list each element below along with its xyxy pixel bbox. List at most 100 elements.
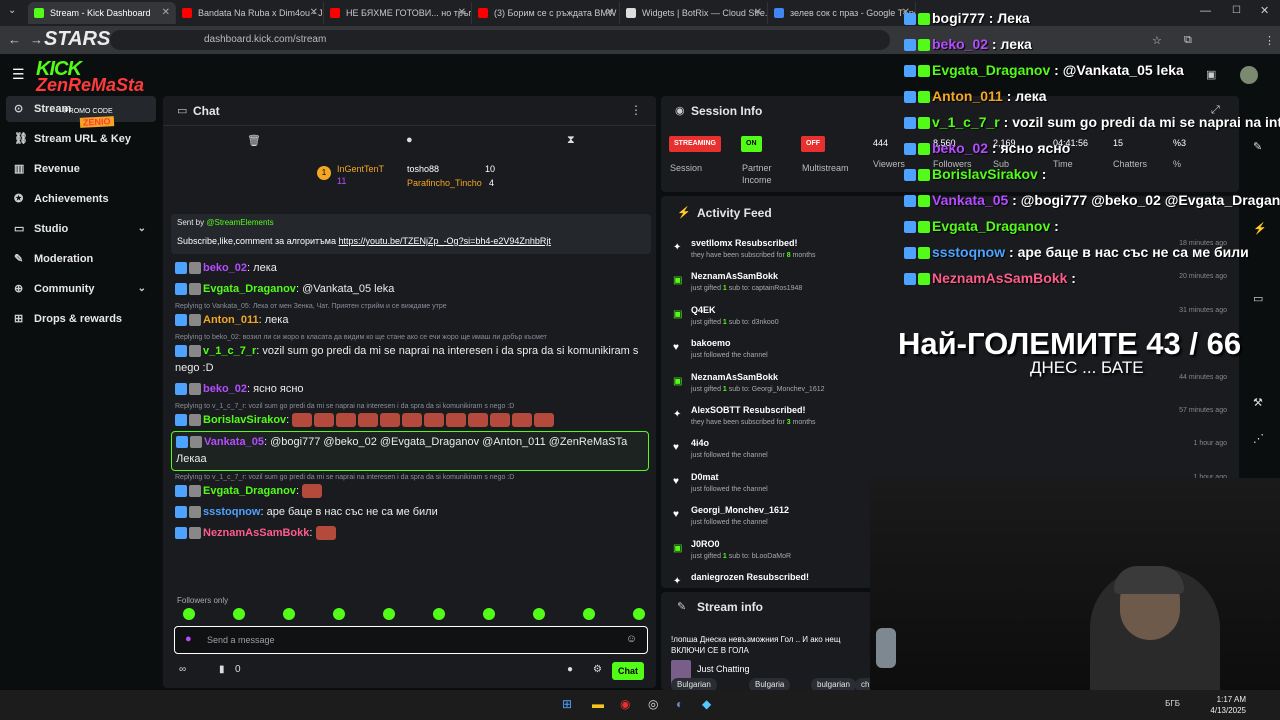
pinned-message[interactable]: Sent by @StreamElements Subscribe,like,c… (171, 214, 651, 254)
send-chat-button[interactable]: Chat (612, 662, 644, 680)
chat-message[interactable]: Replying to Vankata_05: Лека от мен Зенк… (171, 300, 649, 331)
quick-emote-icon[interactable] (183, 608, 195, 620)
activity-name[interactable]: NeznamAsSamBokk (691, 271, 778, 281)
tool-icon[interactable]: ⚒ (1253, 396, 1263, 409)
share-icon[interactable]: ⋰ (1253, 432, 1264, 445)
tab-close-icon[interactable]: ✕ (606, 2, 614, 24)
kick-logo[interactable]: KICK ZenReMaSta (36, 58, 148, 110)
tab-close-icon[interactable]: ✕ (162, 2, 170, 24)
chat-settings-icon[interactable]: ⚙ (593, 664, 602, 675)
settings-icon[interactable]: ∞ (179, 664, 186, 675)
quick-emote-icon[interactable] (233, 608, 245, 620)
emoji-icon[interactable]: ☺ (626, 633, 637, 645)
quick-emote-icon[interactable] (283, 608, 295, 620)
sidebar-item-studio[interactable]: ▭ Studio ⌄ (6, 216, 156, 242)
overlay-text: vozil sum go predi da mi se naprai na in… (1012, 114, 1280, 130)
activity-name[interactable]: NeznamAsSamBokk (691, 372, 778, 382)
chat-username[interactable]: Evgata_Draganov (203, 485, 296, 497)
tab-close-icon[interactable]: ✕ (754, 2, 762, 24)
chat-username[interactable]: Evgata_Draganov (203, 283, 296, 295)
sidebar-item-community[interactable]: ⊕ Community ⌄ (6, 276, 156, 302)
chat-message[interactable]: Evgata_Draganov: @Vankata_05 leka (171, 279, 649, 300)
chat-username[interactable]: beko_02 (203, 383, 247, 395)
quick-emote-icon[interactable] (483, 608, 495, 620)
sidebar-item-moderation[interactable]: ✎ Moderation (6, 246, 156, 272)
sidebar-item-stream-url-key[interactable]: ⛓ Stream URL & Key (6, 126, 156, 152)
activity-detail: just gifted 1 sub to: d3nkoo0 (691, 319, 779, 326)
system-clock[interactable]: 1:17 AM 4/13/2025 (1210, 694, 1246, 716)
emote-image (512, 413, 533, 428)
file-explorer-icon[interactable]: ▬ (592, 697, 604, 711)
quick-emote-icon[interactable] (433, 608, 445, 620)
message-icon[interactable]: ● (406, 134, 413, 146)
chat-message[interactable]: beko_02: лека (171, 258, 649, 279)
browser-tab[interactable]: зелев сок с праз - Google Търс...✕ (768, 2, 916, 24)
app-icon[interactable]: ◆ (702, 697, 711, 711)
browser-tab[interactable]: Widgets | BotRix — Cloud Stre... ✕ (620, 2, 768, 24)
chat-message[interactable]: beko_02: ясно ясно (171, 379, 649, 400)
pinned-link[interactable]: https://youtu.be/TZENjZp_-Og?si=bh4-e2V9… (339, 236, 551, 246)
chat-message[interactable]: Replying to v_1_c_7_r: vozil sum go pred… (171, 400, 649, 431)
browser-tab[interactable]: Stream - Kick Dashboard ✕ (28, 2, 176, 24)
sidebar-item-achievements[interactable]: ✪ Achievements (6, 186, 156, 212)
activity-name[interactable]: 4i4o (691, 438, 709, 448)
browser-tab[interactable]: (3) Борим се с ръждата BMW ... ✕ (472, 2, 620, 24)
user-badge-icon (175, 527, 187, 540)
forward-icon[interactable]: → (30, 32, 43, 48)
url-field[interactable]: dashboard.kick.com/stream (110, 30, 890, 50)
sidebar-item-revenue[interactable]: ▥ Revenue (6, 156, 156, 182)
chat-message[interactable]: Replying to beko_02: возил ли си жоро в … (171, 331, 649, 379)
browser-tab[interactable]: НЕ БЯХМЕ ГОТОВИ... но тръгн... ✕ (324, 2, 472, 24)
activity-name[interactable]: daniegrozen Resubscribed! (691, 572, 809, 582)
chat-menu-icon[interactable]: ⋮ (630, 103, 642, 117)
chat-username[interactable]: Anton_011 (203, 314, 259, 326)
chat-message[interactable]: Replying to v_1_c_7_r: vozil sum go pred… (171, 471, 649, 502)
star-icon: ✦ (673, 576, 682, 586)
windows-start-icon[interactable]: ⊞ (562, 697, 572, 711)
activity-name[interactable]: AlexSOBTT Resubscribed! (691, 405, 806, 415)
chat-username[interactable]: ssstoqnow (203, 506, 260, 518)
chat-users-icon[interactable]: ● (567, 664, 573, 675)
chat-input[interactable]: ● Send a message ☺ (174, 626, 648, 654)
language-indicator[interactable]: БГБ (1165, 699, 1180, 708)
chat-username[interactable]: BorislavSirakov (203, 414, 286, 426)
heart-icon: ♥ (673, 442, 679, 454)
activity-detail: just gifted 1 sub to: Georgi_Monchev_161… (691, 386, 825, 393)
category-name[interactable]: Just Chatting (697, 664, 750, 674)
chevron-down-icon[interactable]: ⌄ (138, 276, 146, 302)
chat-username[interactable]: NeznamAsSamBokk (203, 527, 309, 539)
quick-emote-icon[interactable] (583, 608, 595, 620)
stars-overlay-text: STARS (44, 28, 111, 50)
chrome-icon[interactable]: ◉ (620, 697, 630, 711)
chat-username[interactable]: v_1_c_7_r (203, 345, 256, 357)
hamburger-menu-icon[interactable]: ☰ (12, 66, 25, 83)
tab-close-icon[interactable]: ✕ (458, 2, 466, 24)
tab-search-icon[interactable]: ⌄ (8, 5, 16, 16)
chat-username[interactable]: beko_02 (203, 262, 247, 274)
quick-emote-icon[interactable] (383, 608, 395, 620)
quick-emote-icon[interactable] (633, 608, 645, 620)
activity-name[interactable]: Q4EK (691, 305, 716, 315)
overlay-chat-line: v_1_c_7_r : vozil sum go predi da mi se … (904, 114, 1280, 134)
activity-name[interactable]: Georgi_Monchev_1612 (691, 505, 789, 515)
chat-username[interactable]: Vankata_05 (204, 436, 264, 448)
tab-close-icon[interactable]: ✕ (310, 2, 318, 24)
trash-icon[interactable]: 🗑 (247, 134, 261, 147)
quick-emote-icon[interactable] (533, 608, 545, 620)
browser-tab[interactable]: Bandata Na Ruba x Dim4ou - J... ✕ (176, 2, 324, 24)
chat-message[interactable]: NeznamAsSamBokk: (171, 523, 649, 544)
mic-icon[interactable]: ● (185, 633, 192, 645)
hourglass-icon[interactable]: ⧗ (567, 134, 575, 147)
activity-name[interactable]: J0RO0 (691, 539, 720, 549)
chat-message[interactable]: ssstoqnow: аре баце в нас със не са ме б… (171, 502, 649, 523)
activity-name[interactable]: D0mat (691, 472, 719, 482)
obs-icon[interactable]: ◎ (648, 697, 658, 711)
sidebar-item-drops-rewards[interactable]: ⊞ Drops & rewards (6, 306, 156, 332)
activity-name[interactable]: bakoemo (691, 338, 731, 348)
back-icon[interactable]: ← (8, 32, 21, 48)
chevron-down-icon[interactable]: ⌄ (138, 216, 146, 242)
discord-icon[interactable]: ◐ (676, 697, 683, 711)
activity-name[interactable]: svetllomx Resubscribed! (691, 238, 798, 248)
quick-emote-icon[interactable] (333, 608, 345, 620)
chat-message[interactable]: Vankata_05: @bogi777 @beko_02 @Evgata_Dr… (171, 431, 649, 471)
